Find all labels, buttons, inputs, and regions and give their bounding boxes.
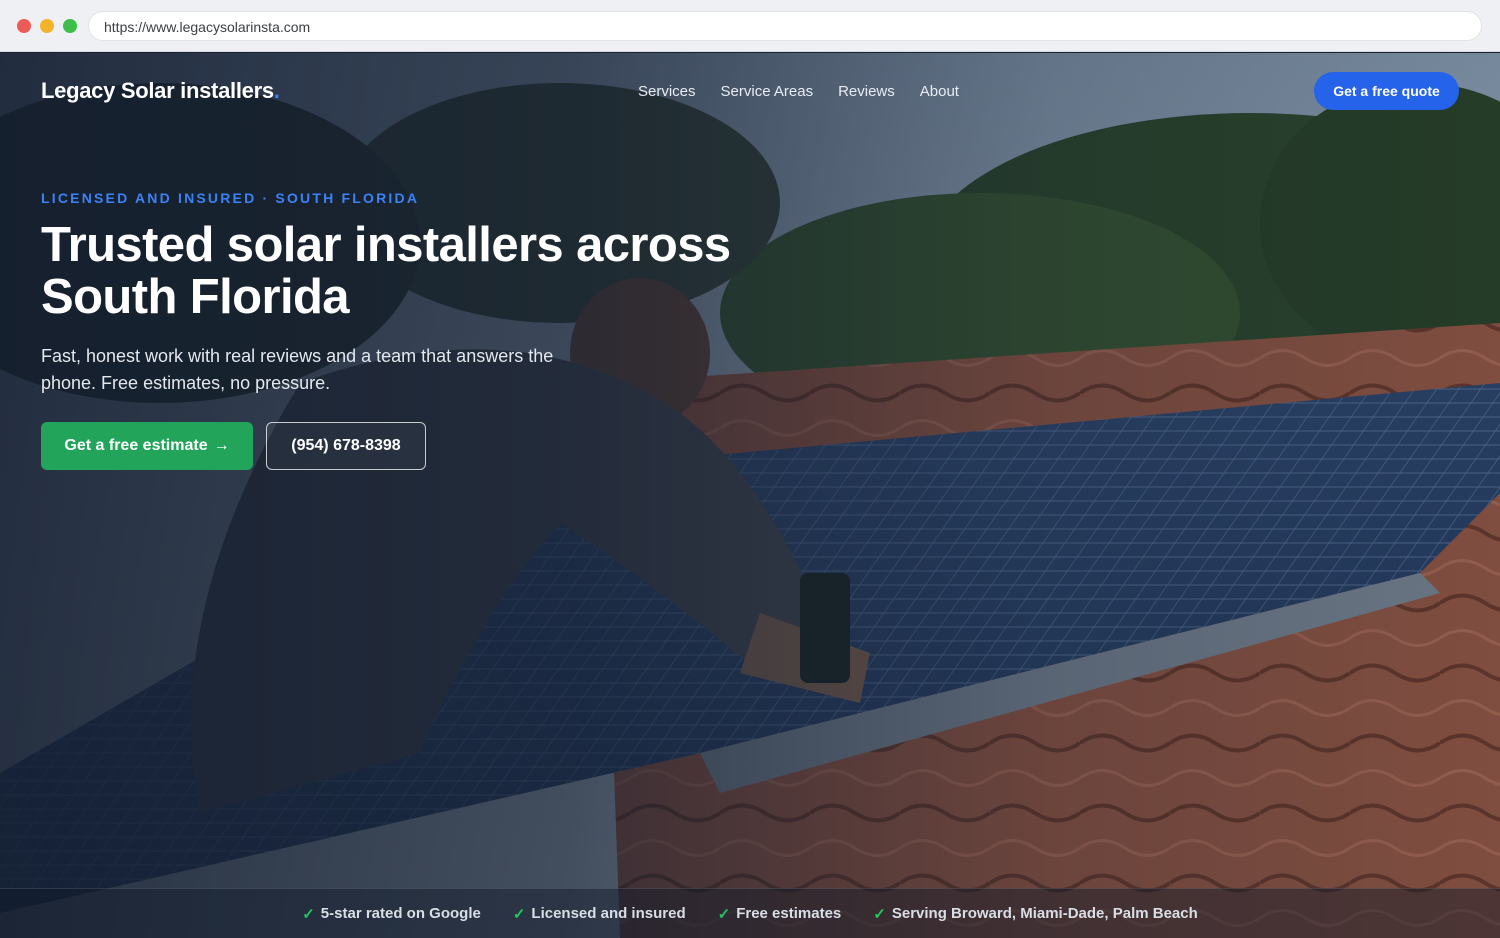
trust-bar: ✓ 5-star rated on Google ✓ Licensed and … (0, 888, 1500, 938)
browser-chrome: https://www.legacysolarinsta.com (0, 0, 1500, 52)
url-text: https://www.legacysolarinsta.com (104, 19, 311, 35)
get-free-estimate-button[interactable]: Get a free estimate → (41, 422, 253, 470)
check-icon: ✓ (302, 905, 315, 923)
trust-item-label: 5-star rated on Google (320, 905, 481, 922)
hero-overlay (0, 53, 1500, 938)
hero-section: Legacy Solar installers. Services Servic… (0, 53, 1500, 938)
check-icon: ✓ (873, 905, 886, 923)
minimize-window-icon[interactable] (40, 19, 54, 33)
close-window-icon[interactable] (17, 19, 31, 33)
site-logo[interactable]: Legacy Solar installers. (41, 78, 280, 104)
phone-call-button[interactable]: (954) 678-8398 (266, 422, 426, 470)
check-icon: ✓ (717, 905, 731, 923)
nav-link-services[interactable]: Services (638, 83, 696, 100)
hero-subtext: Fast, honest work with real reviews and … (41, 346, 554, 393)
check-icon: ✓ (512, 905, 526, 923)
get-free-quote-button[interactable]: Get a free quote (1314, 72, 1459, 110)
address-bar[interactable]: https://www.legacysolarinsta.com (88, 11, 1482, 41)
estimate-button-label: Get a free estimate (64, 437, 208, 454)
trust-item: ✓ Free estimates (718, 905, 842, 923)
trust-item-label: Free estimates (736, 905, 842, 922)
trust-item-label: Licensed and insured (531, 905, 686, 922)
logo-dot: . (273, 78, 280, 103)
nav-link-about[interactable]: About (920, 83, 959, 100)
trust-item: ✓ Licensed and insured (513, 905, 686, 923)
main-nav: Services Service Areas Reviews About (638, 83, 959, 100)
nav-link-service-areas[interactable]: Service Areas (721, 83, 814, 100)
hero-eyebrow: LICENSED AND INSURED · SOUTH FLORIDA (41, 190, 420, 206)
trust-item: ✓ 5-star rated on Google (302, 905, 481, 923)
trust-item: ✓ Serving Broward, Miami-Dade, Palm Beac… (873, 905, 1198, 923)
logo-text: Legacy Solar installers (41, 78, 274, 103)
nav-link-reviews[interactable]: Reviews (838, 83, 895, 100)
trust-item-label: Serving Broward, Miami-Dade, Palm Beach (891, 905, 1198, 922)
hero-headline: Trusted solar installers across South Fl… (41, 218, 731, 324)
arrow-right-icon: → (213, 437, 230, 454)
maximize-window-icon[interactable] (63, 19, 77, 33)
